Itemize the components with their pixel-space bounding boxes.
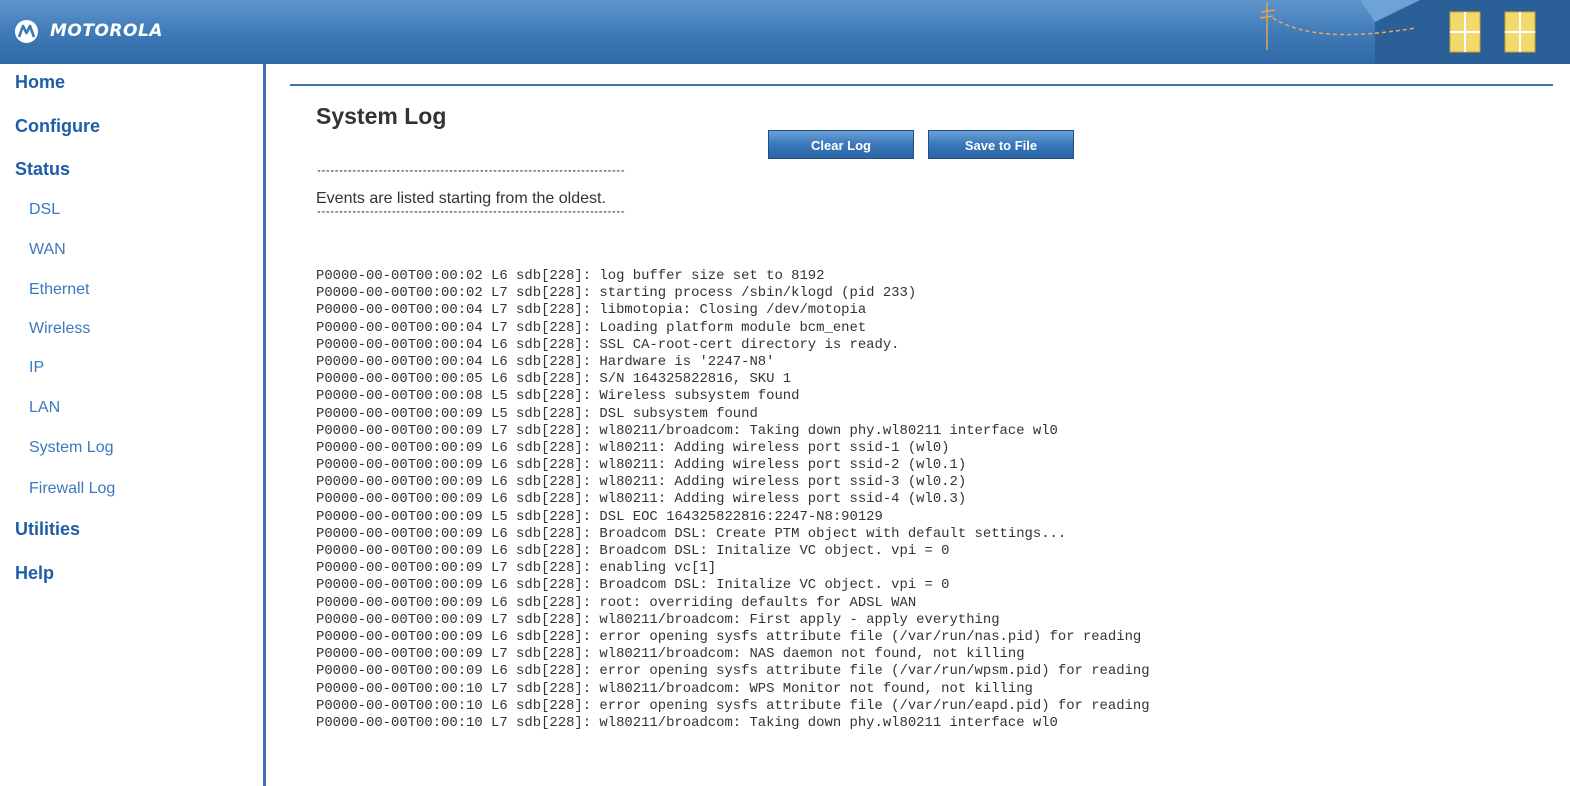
nav-help[interactable]: Help [15,563,54,584]
clear-log-button[interactable]: Clear Log [768,130,914,159]
nav-status-lan[interactable]: LAN [29,399,60,417]
log-line: P0000-00-00T00:00:02 L6 sdb[228]: log bu… [316,268,825,284]
log-line: P0000-00-00T00:00:04 L6 sdb[228]: Hardwa… [316,353,775,370]
log-line: P0000-00-00T00:00:04 L7 sdb[228]: libmot… [316,302,867,319]
log-line: P0000-00-00T00:00:04 L7 sdb[228]: Loadin… [316,319,867,336]
log-line: P0000-00-00T00:00:10 L7 sdb[228]: wl8021… [316,714,1058,731]
content-top-rule [290,84,1553,86]
nav-status[interactable]: Status [15,159,70,180]
log-line: P0000-00-00T00:00:09 L7 sdb[228]: wl8021… [316,611,1000,628]
nav-status-wan[interactable]: WAN [29,241,66,259]
log-line: P0000-00-00T00:00:02 L7 sdb[228]: starti… [316,285,917,302]
save-to-file-button[interactable]: Save to File [928,130,1074,159]
log-line: P0000-00-00T00:00:04 L6 sdb[228]: SSL CA… [316,336,900,353]
nav-home[interactable]: Home [15,72,65,93]
nav-status-wireless[interactable]: Wireless [29,320,90,338]
motorola-batwing-icon [15,20,38,43]
nav-status-firewall-log[interactable]: Firewall Log [29,480,115,498]
page-title: System Log [316,103,447,129]
sidebar-divider [263,64,266,786]
log-line: P0000-00-00T00:00:09 L5 sdb[228]: DSL EO… [316,508,883,525]
log-line: P0000-00-00T00:00:10 L7 sdb[228]: wl8021… [316,680,1033,697]
log-line: P0000-00-00T00:00:09 L6 sdb[228]: wl8021… [316,457,967,474]
separator-top: ****************************************… [316,170,626,180]
nav-status-ethernet[interactable]: Ethernet [29,281,89,299]
system-log-list: P0000-00-00T00:00:02 L6 sdb[228]: log bu… [316,268,1150,732]
nav-status-system-log[interactable]: System Log [29,439,113,457]
events-note: Events are listed starting from the olde… [316,190,606,207]
log-line: P0000-00-00T00:00:09 L7 sdb[228]: wl8021… [316,646,1025,663]
log-line: P0000-00-00T00:00:09 L6 sdb[228]: wl8021… [316,439,950,456]
log-line: P0000-00-00T00:00:05 L6 sdb[228]: S/N 16… [316,371,792,388]
brand-name: MOTOROLA [50,21,163,41]
header-bar: MOTOROLA [0,0,1570,64]
nav-status-dsl[interactable]: DSL [29,201,60,219]
nav-utilities[interactable]: Utilities [15,519,80,540]
log-line: P0000-00-00T00:00:09 L6 sdb[228]: error … [316,628,1142,645]
log-line: P0000-00-00T00:00:09 L6 sdb[228]: wl8021… [316,474,967,491]
log-line: P0000-00-00T00:00:09 L7 sdb[228]: enabli… [316,560,717,577]
log-line: P0000-00-00T00:00:09 L6 sdb[228]: Broadc… [316,543,950,559]
log-line: P0000-00-00T00:00:09 L7 sdb[228]: wl8021… [316,422,1058,439]
log-line: P0000-00-00T00:00:10 L6 sdb[228]: error … [316,697,1150,714]
log-line: P0000-00-00T00:00:09 L6 sdb[228]: Broadc… [316,577,950,594]
log-line: P0000-00-00T00:00:09 L6 sdb[228]: wl8021… [316,491,967,508]
nav-configure[interactable]: Configure [15,116,100,137]
log-line: P0000-00-00T00:00:09 L5 sdb[228]: DSL su… [316,405,758,422]
log-line: P0000-00-00T00:00:08 L5 sdb[228]: Wirele… [316,388,800,405]
nav-status-ip[interactable]: IP [29,359,44,377]
log-line: P0000-00-00T00:00:09 L6 sdb[228]: root: … [316,594,917,611]
log-line: P0000-00-00T00:00:09 L6 sdb[228]: error … [316,663,1150,680]
separator-bottom: ****************************************… [316,211,626,221]
house-window-illustration [1259,0,1570,64]
log-line: P0000-00-00T00:00:09 L6 sdb[228]: Broadc… [316,525,1067,542]
